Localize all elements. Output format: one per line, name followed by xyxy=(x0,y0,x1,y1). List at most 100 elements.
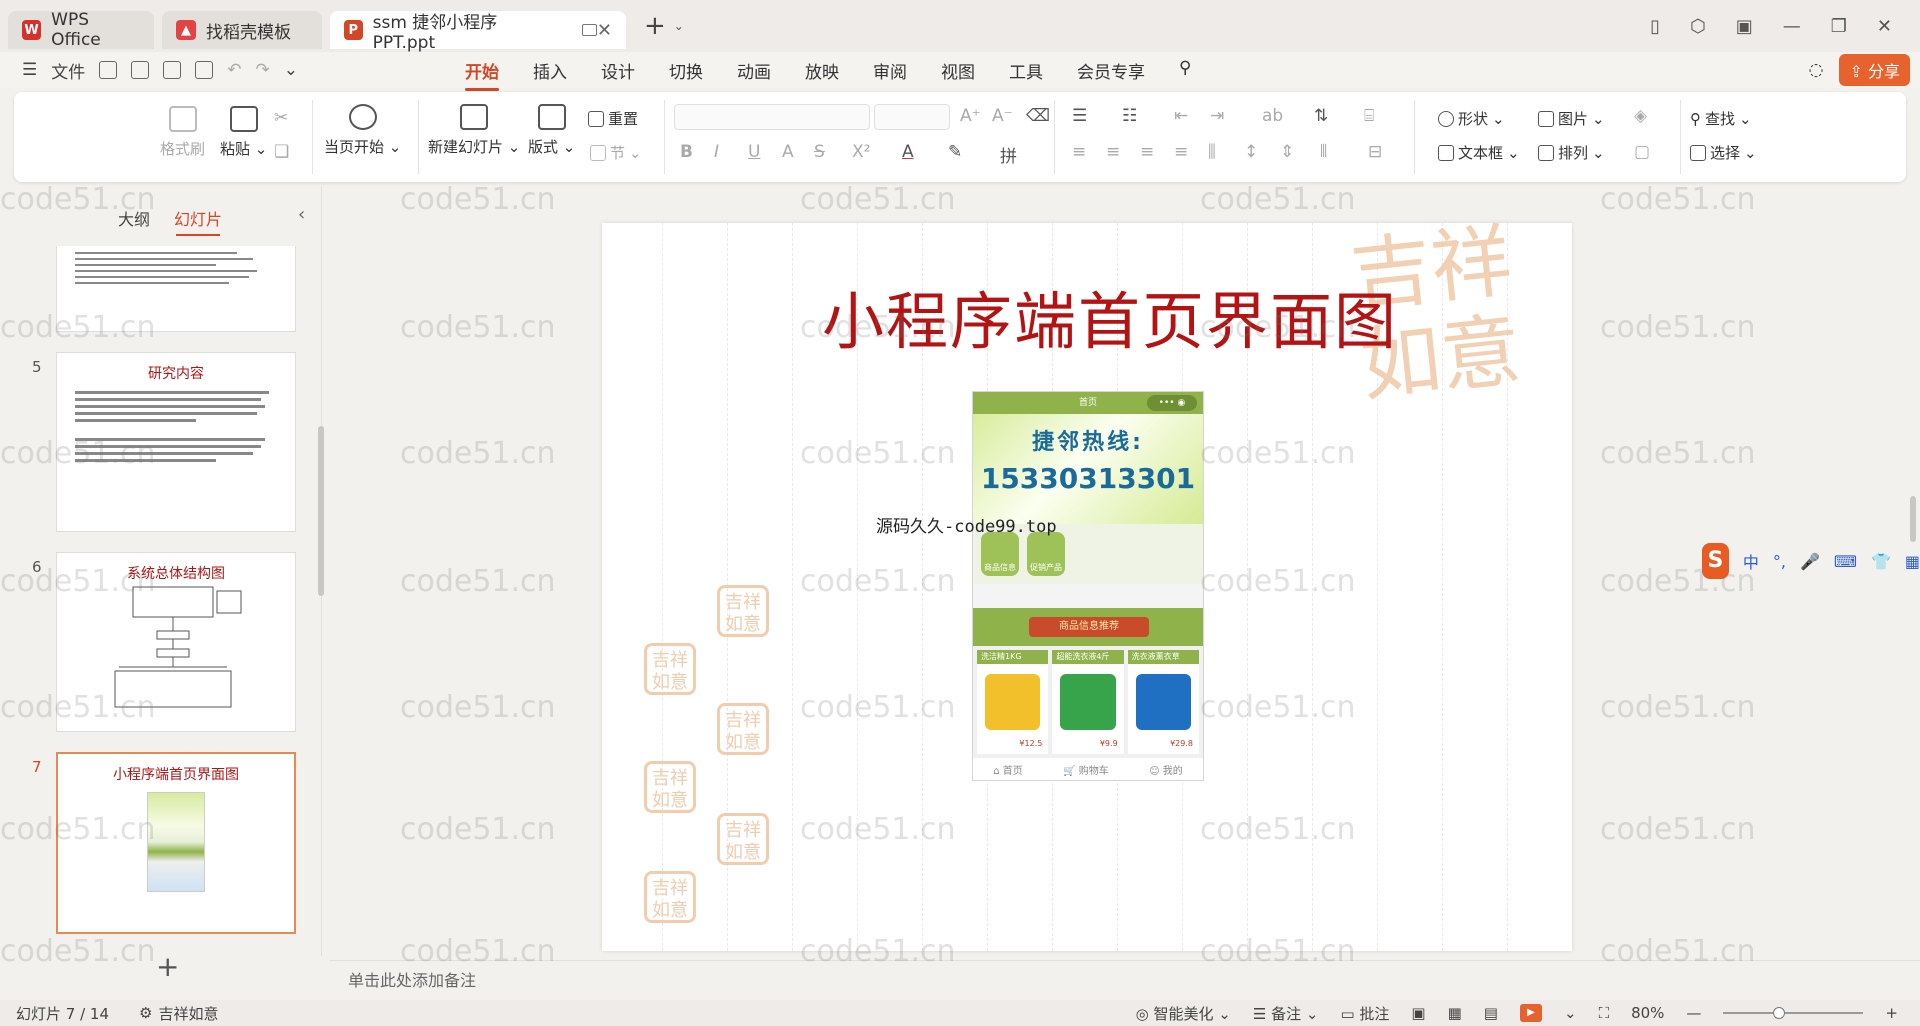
select-button[interactable]: 选择 ⌄ xyxy=(1690,142,1757,163)
shadow-icon[interactable]: A xyxy=(782,142,794,162)
zoom-in-icon[interactable]: + xyxy=(1885,1004,1898,1022)
bullet-list-icon[interactable]: ☰ xyxy=(1072,106,1087,126)
text-align-icon[interactable]: ⊟ xyxy=(1368,142,1382,162)
slide-sorter-icon[interactable]: ▦ xyxy=(1448,1004,1462,1022)
tab-member[interactable]: 会员专享 xyxy=(1060,58,1162,83)
layout-icon[interactable]: ▯ xyxy=(1650,16,1660,37)
collapse-panel-icon[interactable]: ‹ xyxy=(298,204,305,225)
textbox-button[interactable]: 文本框 ⌄ xyxy=(1438,142,1520,163)
align-center-icon[interactable]: ≡ xyxy=(1106,142,1120,162)
paragraph-spacing-icon[interactable]: ⇕ xyxy=(1280,142,1294,162)
layout-button[interactable]: 版式 ⌄ xyxy=(528,104,575,157)
cube-icon[interactable]: ⬡ xyxy=(1690,16,1706,37)
bold-icon[interactable]: B xyxy=(680,142,693,162)
export-icon[interactable] xyxy=(131,61,150,79)
shape-button[interactable]: 形状 ⌄ xyxy=(1438,108,1505,129)
font-color-icon[interactable]: A xyxy=(902,142,914,162)
print-preview-icon[interactable] xyxy=(195,61,214,79)
add-slide-icon[interactable]: + xyxy=(156,950,179,983)
underline-icon[interactable]: U xyxy=(748,142,760,162)
section-button[interactable]: 节 ⌄ xyxy=(590,142,642,163)
new-tab-icon[interactable]: + xyxy=(644,11,666,41)
search-icon[interactable]: ⚲ xyxy=(1162,58,1208,83)
slide-thumbnail-7[interactable]: 小程序端首页界面图 xyxy=(56,752,296,934)
skin-icon[interactable]: 👕 xyxy=(1871,552,1891,571)
font-name-select[interactable] xyxy=(674,104,870,130)
outline-icon[interactable]: ▢ xyxy=(1634,142,1650,162)
text-direction-icon[interactable]: ab xyxy=(1262,106,1283,126)
line-spacing-icon[interactable]: ↕ xyxy=(1244,142,1258,162)
restore-icon[interactable]: ❐ xyxy=(1831,16,1847,37)
theme-indicator[interactable]: ⚙ 吉祥如意 xyxy=(139,1003,218,1024)
file-menu[interactable]: 文件 xyxy=(51,58,85,83)
increase-indent-icon[interactable]: ⇥ xyxy=(1210,106,1224,126)
chevron-down-icon[interactable]: ⌄ xyxy=(1564,1004,1577,1022)
tab-view[interactable]: 视图 xyxy=(924,58,992,83)
hamburger-icon[interactable]: ☰ xyxy=(22,60,37,80)
tab-docer-templates[interactable]: ▲ 找稻壳模板 xyxy=(162,11,322,49)
numbered-list-icon[interactable]: ☷ xyxy=(1122,106,1137,126)
tab-outline[interactable]: 大纲 xyxy=(118,206,150,230)
zoom-out-icon[interactable]: — xyxy=(1686,1004,1701,1022)
beautify-button[interactable]: ◎ 智能美化 ⌄ xyxy=(1136,1003,1231,1024)
tab-design[interactable]: 设计 xyxy=(584,58,652,83)
undo-icon[interactable]: ↶ xyxy=(227,60,241,80)
tab-transition[interactable]: 切换 xyxy=(652,58,720,83)
superscript-icon[interactable]: X² xyxy=(852,142,870,162)
tab-ppt-document[interactable]: P ssm 捷邻小程序 PPT.ppt ✕ xyxy=(330,11,626,53)
zoom-slider[interactable] xyxy=(1723,1007,1864,1019)
increase-font-icon[interactable]: A⁺ xyxy=(960,106,981,126)
comments-button[interactable]: ▭ 批注 xyxy=(1340,1003,1389,1024)
play-icon[interactable]: ▶ xyxy=(1519,1004,1542,1022)
microphone-icon[interactable]: 🎤 xyxy=(1800,552,1820,571)
decrease-font-icon[interactable]: A⁻ xyxy=(992,106,1013,126)
align-right-icon[interactable]: ≡ xyxy=(1140,142,1154,162)
tab-slides[interactable]: 幻灯片 xyxy=(174,206,222,236)
redo-icon[interactable]: ↷ xyxy=(256,60,270,80)
normal-view-icon[interactable]: ▣ xyxy=(1411,1004,1425,1022)
tab-tools[interactable]: 工具 xyxy=(992,58,1060,83)
align-left-icon[interactable]: ≡ xyxy=(1072,142,1086,162)
convert-icon[interactable]: ⌸ xyxy=(1364,106,1374,126)
chevron-down-icon[interactable]: ⌄ xyxy=(284,60,298,80)
phone-screenshot-image[interactable]: 首页 ••• ◉ 捷邻热线: 15330313301 商品信息 促销产品 商品信… xyxy=(972,391,1204,781)
chat-icon[interactable]: ◌ xyxy=(1809,60,1824,80)
cut-icon[interactable]: ✂ xyxy=(274,108,288,128)
print-icon[interactable] xyxy=(163,61,182,79)
play-current-button[interactable]: 当页开始 ⌄ xyxy=(324,104,401,157)
phonetic-icon[interactable]: 拼 xyxy=(1000,142,1017,167)
avatar[interactable]: ▣ xyxy=(1736,16,1753,37)
highlight-icon[interactable]: ✎ xyxy=(948,142,962,162)
tab-insert[interactable]: 插入 xyxy=(516,58,584,83)
paste-button[interactable]: 粘贴 ⌄ xyxy=(220,106,267,159)
zoom-level[interactable]: 80% xyxy=(1631,1004,1664,1022)
justify-icon[interactable]: ≡ xyxy=(1174,142,1188,162)
slide-canvas[interactable]: 吉祥如意 吉祥如意 吉祥如意 吉祥如意 吉祥如意 吉祥如意 吉祥如意 小程序端首… xyxy=(602,223,1572,951)
share-button[interactable]: ⇪ 分享 xyxy=(1839,54,1910,86)
notes-area[interactable]: 单击此处添加备注 xyxy=(330,960,1920,992)
slide-scrollbar[interactable] xyxy=(1906,186,1920,956)
reading-view-icon[interactable]: ▤ xyxy=(1484,1004,1498,1022)
slide-thumbnail-5[interactable]: 研究内容 xyxy=(56,352,296,532)
thumbnail-scrollbar[interactable] xyxy=(318,426,324,596)
close-tab-icon[interactable]: ✕ xyxy=(597,20,612,41)
columns-icon[interactable]: ⫴ xyxy=(1320,142,1327,162)
notes-button[interactable]: ☰ 备注 ⌄ xyxy=(1253,1003,1319,1024)
find-button[interactable]: ⚲ 查找 ⌄ xyxy=(1690,108,1752,129)
tab-wps-office[interactable]: W WPS Office xyxy=(8,10,154,50)
minimize-icon[interactable]: — xyxy=(1783,16,1801,37)
tab-slideshow[interactable]: 放映 xyxy=(788,58,856,83)
strikethrough-icon[interactable]: S xyxy=(814,142,825,162)
reset-button[interactable]: 重置 xyxy=(588,108,638,129)
punctuation-icon[interactable]: °, xyxy=(1773,552,1786,571)
close-window-icon[interactable]: ✕ xyxy=(1877,16,1892,37)
keyboard-icon[interactable]: ⌨ xyxy=(1834,552,1857,571)
font-size-select[interactable] xyxy=(874,104,950,130)
tab-animation[interactable]: 动画 xyxy=(720,58,788,83)
chevron-down-icon[interactable]: ⌄ xyxy=(674,19,684,33)
format-painter-button[interactable]: 格式刷 xyxy=(160,106,205,159)
sort-icon[interactable]: ⇅ xyxy=(1314,106,1328,126)
slide-title[interactable]: 小程序端首页界面图 xyxy=(822,271,1398,361)
fit-window-icon[interactable]: ⛶ xyxy=(1599,1004,1610,1022)
scroll-thumb[interactable] xyxy=(1910,496,1916,542)
